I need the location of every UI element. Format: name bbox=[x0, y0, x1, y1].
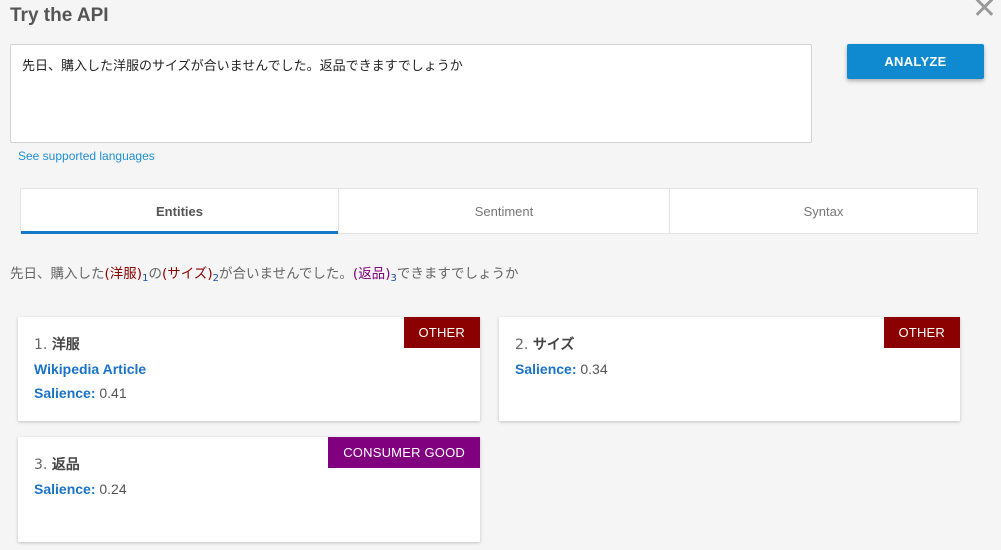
entity-title: 2. サイズ bbox=[515, 334, 574, 354]
entity-marker-3: (返品)3 bbox=[353, 266, 397, 284]
entity-card-1: OTHER 1. 洋服 Wikipedia Article Salience: … bbox=[18, 317, 480, 421]
entity-name: 洋服 bbox=[51, 337, 80, 353]
entity-card-3: CONSUMER GOOD 3. 返品 Salience: 0.24 bbox=[18, 437, 480, 542]
annotated-text: 先日、購入した(洋服)1の(サイズ)2が合いませんでした。(返品)3できますでし… bbox=[10, 262, 518, 284]
entity-marker-1: (洋服)1 bbox=[105, 266, 149, 284]
result-tabs: Entities Sentiment Syntax bbox=[20, 188, 978, 234]
entity-number: 2. bbox=[515, 337, 529, 353]
entity-salience: Salience: 0.34 bbox=[515, 361, 608, 377]
salience-value: 0.24 bbox=[99, 481, 127, 497]
entity-number: 3. bbox=[34, 457, 48, 473]
entity-word: サイズ bbox=[167, 266, 208, 282]
entity-name: 返品 bbox=[51, 457, 80, 473]
text-segment: の bbox=[148, 266, 162, 282]
text-segment: 先日、購入した bbox=[10, 266, 105, 282]
text-input[interactable]: 先日、購入した洋服のサイズが合いませんでした。返品できますでしょうか bbox=[10, 44, 812, 143]
entity-number: 1. bbox=[34, 337, 48, 353]
text-segment: が合いませんでした。 bbox=[218, 266, 353, 282]
entity-salience: Salience: 0.41 bbox=[34, 385, 127, 401]
salience-label: Salience: bbox=[34, 385, 96, 401]
entity-title: 1. 洋服 bbox=[34, 334, 80, 354]
entity-type-badge: OTHER bbox=[403, 317, 480, 348]
salience-value: 0.34 bbox=[580, 361, 608, 377]
wikipedia-article-link[interactable]: Wikipedia Article bbox=[34, 361, 146, 377]
tab-syntax[interactable]: Syntax bbox=[670, 189, 977, 233]
try-api-dialog: Try the API ✕ 先日、購入した洋服のサイズが合いませんでした。返品で… bbox=[0, 0, 1001, 550]
salience-value: 0.41 bbox=[99, 385, 127, 401]
entity-marker-2: (サイズ)2 bbox=[162, 266, 219, 284]
entity-type-badge: CONSUMER GOOD bbox=[328, 437, 480, 468]
supported-languages-link[interactable]: See supported languages bbox=[18, 149, 155, 163]
entity-title: 3. 返品 bbox=[34, 454, 80, 474]
entity-salience: Salience: 0.24 bbox=[34, 481, 127, 497]
salience-label: Salience: bbox=[515, 361, 577, 377]
salience-label: Salience: bbox=[34, 481, 96, 497]
dialog-title: Try the API bbox=[10, 5, 109, 26]
analyze-button[interactable]: ANALYZE bbox=[847, 44, 984, 79]
entity-card-2: OTHER 2. サイズ Salience: 0.34 bbox=[499, 317, 960, 421]
entity-name: サイズ bbox=[532, 337, 575, 353]
close-icon[interactable]: ✕ bbox=[972, 0, 997, 24]
tab-sentiment[interactable]: Sentiment bbox=[339, 189, 670, 233]
entity-type-badge: OTHER bbox=[883, 317, 960, 348]
entity-word: 洋服 bbox=[109, 266, 137, 282]
entity-word: 返品 bbox=[358, 266, 386, 282]
tab-entities[interactable]: Entities bbox=[21, 189, 339, 234]
text-segment: できますでしょうか bbox=[396, 266, 519, 282]
